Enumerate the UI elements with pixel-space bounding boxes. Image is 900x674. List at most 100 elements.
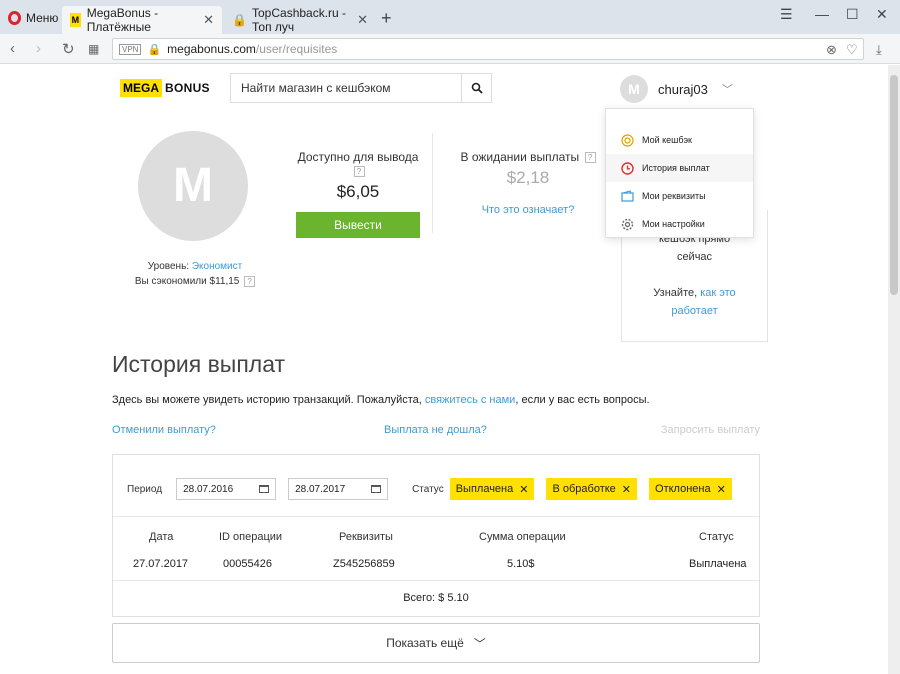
logo-bonus: BONUS bbox=[165, 81, 210, 95]
intro-before: Здесь вы можете увидеть историю транзакц… bbox=[112, 394, 422, 406]
search-input[interactable] bbox=[231, 74, 461, 102]
column-header-requisites: Реквизиты bbox=[339, 531, 393, 543]
pending-amount: $2,18 bbox=[506, 168, 550, 187]
promo-line3: Узнайте, bbox=[653, 287, 698, 299]
profile-avatar: M bbox=[138, 131, 248, 241]
gear-icon bbox=[620, 217, 634, 231]
chevron-down-icon: ﹀ bbox=[721, 84, 733, 96]
status-chip-processing[interactable]: В обработке ✕ bbox=[546, 478, 638, 500]
promo-line2: сейчас bbox=[676, 251, 713, 263]
browser-tab-bar: Меню M MegaBonus - Платёжные ✕ 🔒 TopCash… bbox=[0, 0, 900, 34]
chevron-down-icon: ﹀ bbox=[473, 636, 486, 651]
remove-chip-icon[interactable]: ✕ bbox=[717, 483, 726, 496]
calendar-icon bbox=[259, 485, 270, 493]
show-more-label: Показать ещё bbox=[386, 636, 464, 650]
scrollbar[interactable] bbox=[888, 65, 900, 674]
cell-amount: 5.10$ bbox=[507, 558, 535, 570]
wallet-icon bbox=[620, 189, 634, 203]
calendar-icon bbox=[371, 485, 382, 493]
tab-menu-icon[interactable]: ☰ bbox=[780, 6, 793, 23]
tab-topcashback[interactable]: 🔒 TopCashback.ru - Топ луч ✕ bbox=[224, 6, 376, 34]
menu-item-settings[interactable]: Мои настройки bbox=[606, 210, 753, 238]
how-it-works-link-2[interactable]: работает bbox=[671, 305, 717, 317]
status-label: Статус bbox=[412, 483, 444, 495]
close-tab-icon[interactable]: ✕ bbox=[203, 12, 214, 28]
menu-item-payout-history[interactable]: История выплат bbox=[606, 154, 753, 182]
scrollbar-thumb[interactable] bbox=[890, 75, 898, 295]
menu-item-my-cashback[interactable]: Мой кешбэк bbox=[606, 126, 753, 154]
back-icon[interactable]: ‹ bbox=[10, 40, 15, 57]
tab-megabonus[interactable]: M MegaBonus - Платёжные ✕ bbox=[62, 6, 222, 34]
user-menu-toggle[interactable]: M churaj03 ﹀ bbox=[620, 75, 733, 103]
column-header-date: Дата bbox=[149, 531, 174, 543]
vpn-badge[interactable]: VPN bbox=[119, 43, 142, 55]
date-to-field[interactable]: 28.07.2017 bbox=[288, 478, 389, 500]
help-icon[interactable]: ? bbox=[353, 166, 365, 178]
speed-dial-icon[interactable]: ▦ bbox=[88, 42, 99, 56]
status-chip-paid[interactable]: Выплачена ✕ bbox=[449, 478, 535, 500]
opera-menu-button[interactable]: Меню bbox=[8, 9, 58, 27]
close-window-icon[interactable]: ✕ bbox=[876, 6, 888, 23]
available-amount: $6,05 bbox=[336, 182, 380, 201]
filters-bar: Период 28.07.2016 28.07.2017 Статус Выпл… bbox=[127, 477, 747, 501]
chip-label: В обработке bbox=[552, 483, 616, 495]
tab-title: MegaBonus - Платёжные bbox=[86, 6, 159, 34]
intro-after: , если у вас есть вопросы. bbox=[515, 394, 650, 406]
maximize-icon[interactable]: ☐ bbox=[846, 6, 859, 23]
download-icon[interactable]: ⤓ bbox=[876, 42, 882, 58]
status-chip-rejected[interactable]: Отклонена ✕ bbox=[649, 478, 732, 500]
cell-id: 00055426 bbox=[223, 558, 272, 570]
remove-chip-icon[interactable]: ✕ bbox=[622, 483, 631, 496]
date-to-value: 28.07.2017 bbox=[295, 483, 346, 495]
address-bar: ‹ › ↻ ▦ VPN 🔒 megabonus.com/user/requisi… bbox=[0, 34, 900, 64]
profile-level: Уровень: Экономист Вы сэкономили $11,15 … bbox=[120, 259, 270, 289]
adblock-icon[interactable]: ⊗ bbox=[826, 42, 837, 58]
cell-requisites: Z545256859 bbox=[333, 558, 395, 570]
logo-mega: MEGA bbox=[120, 79, 162, 97]
withdraw-button[interactable]: Вывести bbox=[296, 212, 420, 238]
new-tab-icon[interactable]: + bbox=[381, 8, 392, 29]
remove-chip-icon[interactable]: ✕ bbox=[519, 483, 528, 496]
minimize-icon[interactable]: — bbox=[815, 6, 829, 22]
history-links: Отменили выплату? Выплата не дошла? Запр… bbox=[112, 424, 760, 438]
column-header-id: ID операции bbox=[219, 531, 283, 543]
how-it-works-link[interactable]: как это bbox=[700, 287, 735, 299]
date-from-field[interactable]: 28.07.2016 bbox=[176, 478, 277, 500]
help-icon[interactable]: ? bbox=[244, 275, 256, 287]
request-payout-link[interactable]: Запросить выплату bbox=[661, 424, 760, 436]
column-header-status: Статус bbox=[699, 531, 734, 543]
menu-item-label: История выплат bbox=[642, 163, 710, 173]
close-tab-icon[interactable]: ✕ bbox=[357, 12, 368, 28]
contact-us-link[interactable]: свяжитесь с нами bbox=[425, 394, 515, 406]
bookmark-heart-icon[interactable]: ♡ bbox=[846, 42, 858, 58]
column-header-amount: Сумма операции bbox=[479, 531, 566, 543]
url-field[interactable]: VPN 🔒 megabonus.com/user/requisites bbox=[112, 38, 864, 60]
username: churaj03 bbox=[658, 81, 708, 97]
tab-title: TopCashback.ru - Топ луч bbox=[252, 6, 347, 34]
cancelled-payout-link[interactable]: Отменили выплату? bbox=[112, 424, 216, 436]
page: MEGA BONUS M churaj03 ﹀ M Уровень: Эконо… bbox=[0, 65, 888, 674]
total-amount: Всего: $ 5.10 bbox=[403, 592, 469, 604]
cashback-icon bbox=[620, 133, 634, 147]
level-link[interactable]: Экономист bbox=[192, 261, 242, 272]
available-balance: Доступно для вывода ? $6,05 Вывести bbox=[290, 150, 426, 238]
menu-item-requisites[interactable]: Мои реквизиты bbox=[606, 182, 753, 210]
payout-not-arrived-link[interactable]: Выплата не дошла? bbox=[384, 424, 487, 436]
menu-item-label: Мои реквизиты bbox=[642, 191, 706, 201]
help-icon[interactable]: ? bbox=[584, 152, 596, 164]
show-more-button[interactable]: Показать ещё ﹀ bbox=[112, 623, 760, 663]
megabonus-favicon-icon: M bbox=[70, 13, 81, 27]
url-path: /user/requisites bbox=[255, 42, 338, 56]
store-search bbox=[230, 73, 492, 103]
pending-info-link[interactable]: Что это означает? bbox=[456, 204, 600, 216]
chip-label: Выплачена bbox=[455, 483, 514, 495]
forward-icon[interactable]: › bbox=[36, 40, 41, 57]
cell-status: Выплачена bbox=[689, 558, 747, 570]
pending-balance: В ожидании выплаты ? $2,18 Что это означ… bbox=[456, 150, 600, 216]
search-button[interactable] bbox=[461, 74, 491, 102]
divider bbox=[432, 133, 433, 233]
secure-lock-icon[interactable]: 🔒 bbox=[147, 43, 161, 56]
reload-icon[interactable]: ↻ bbox=[62, 40, 75, 58]
megabonus-logo[interactable]: MEGA BONUS bbox=[120, 79, 213, 97]
pending-label: В ожидании выплаты bbox=[460, 150, 580, 164]
